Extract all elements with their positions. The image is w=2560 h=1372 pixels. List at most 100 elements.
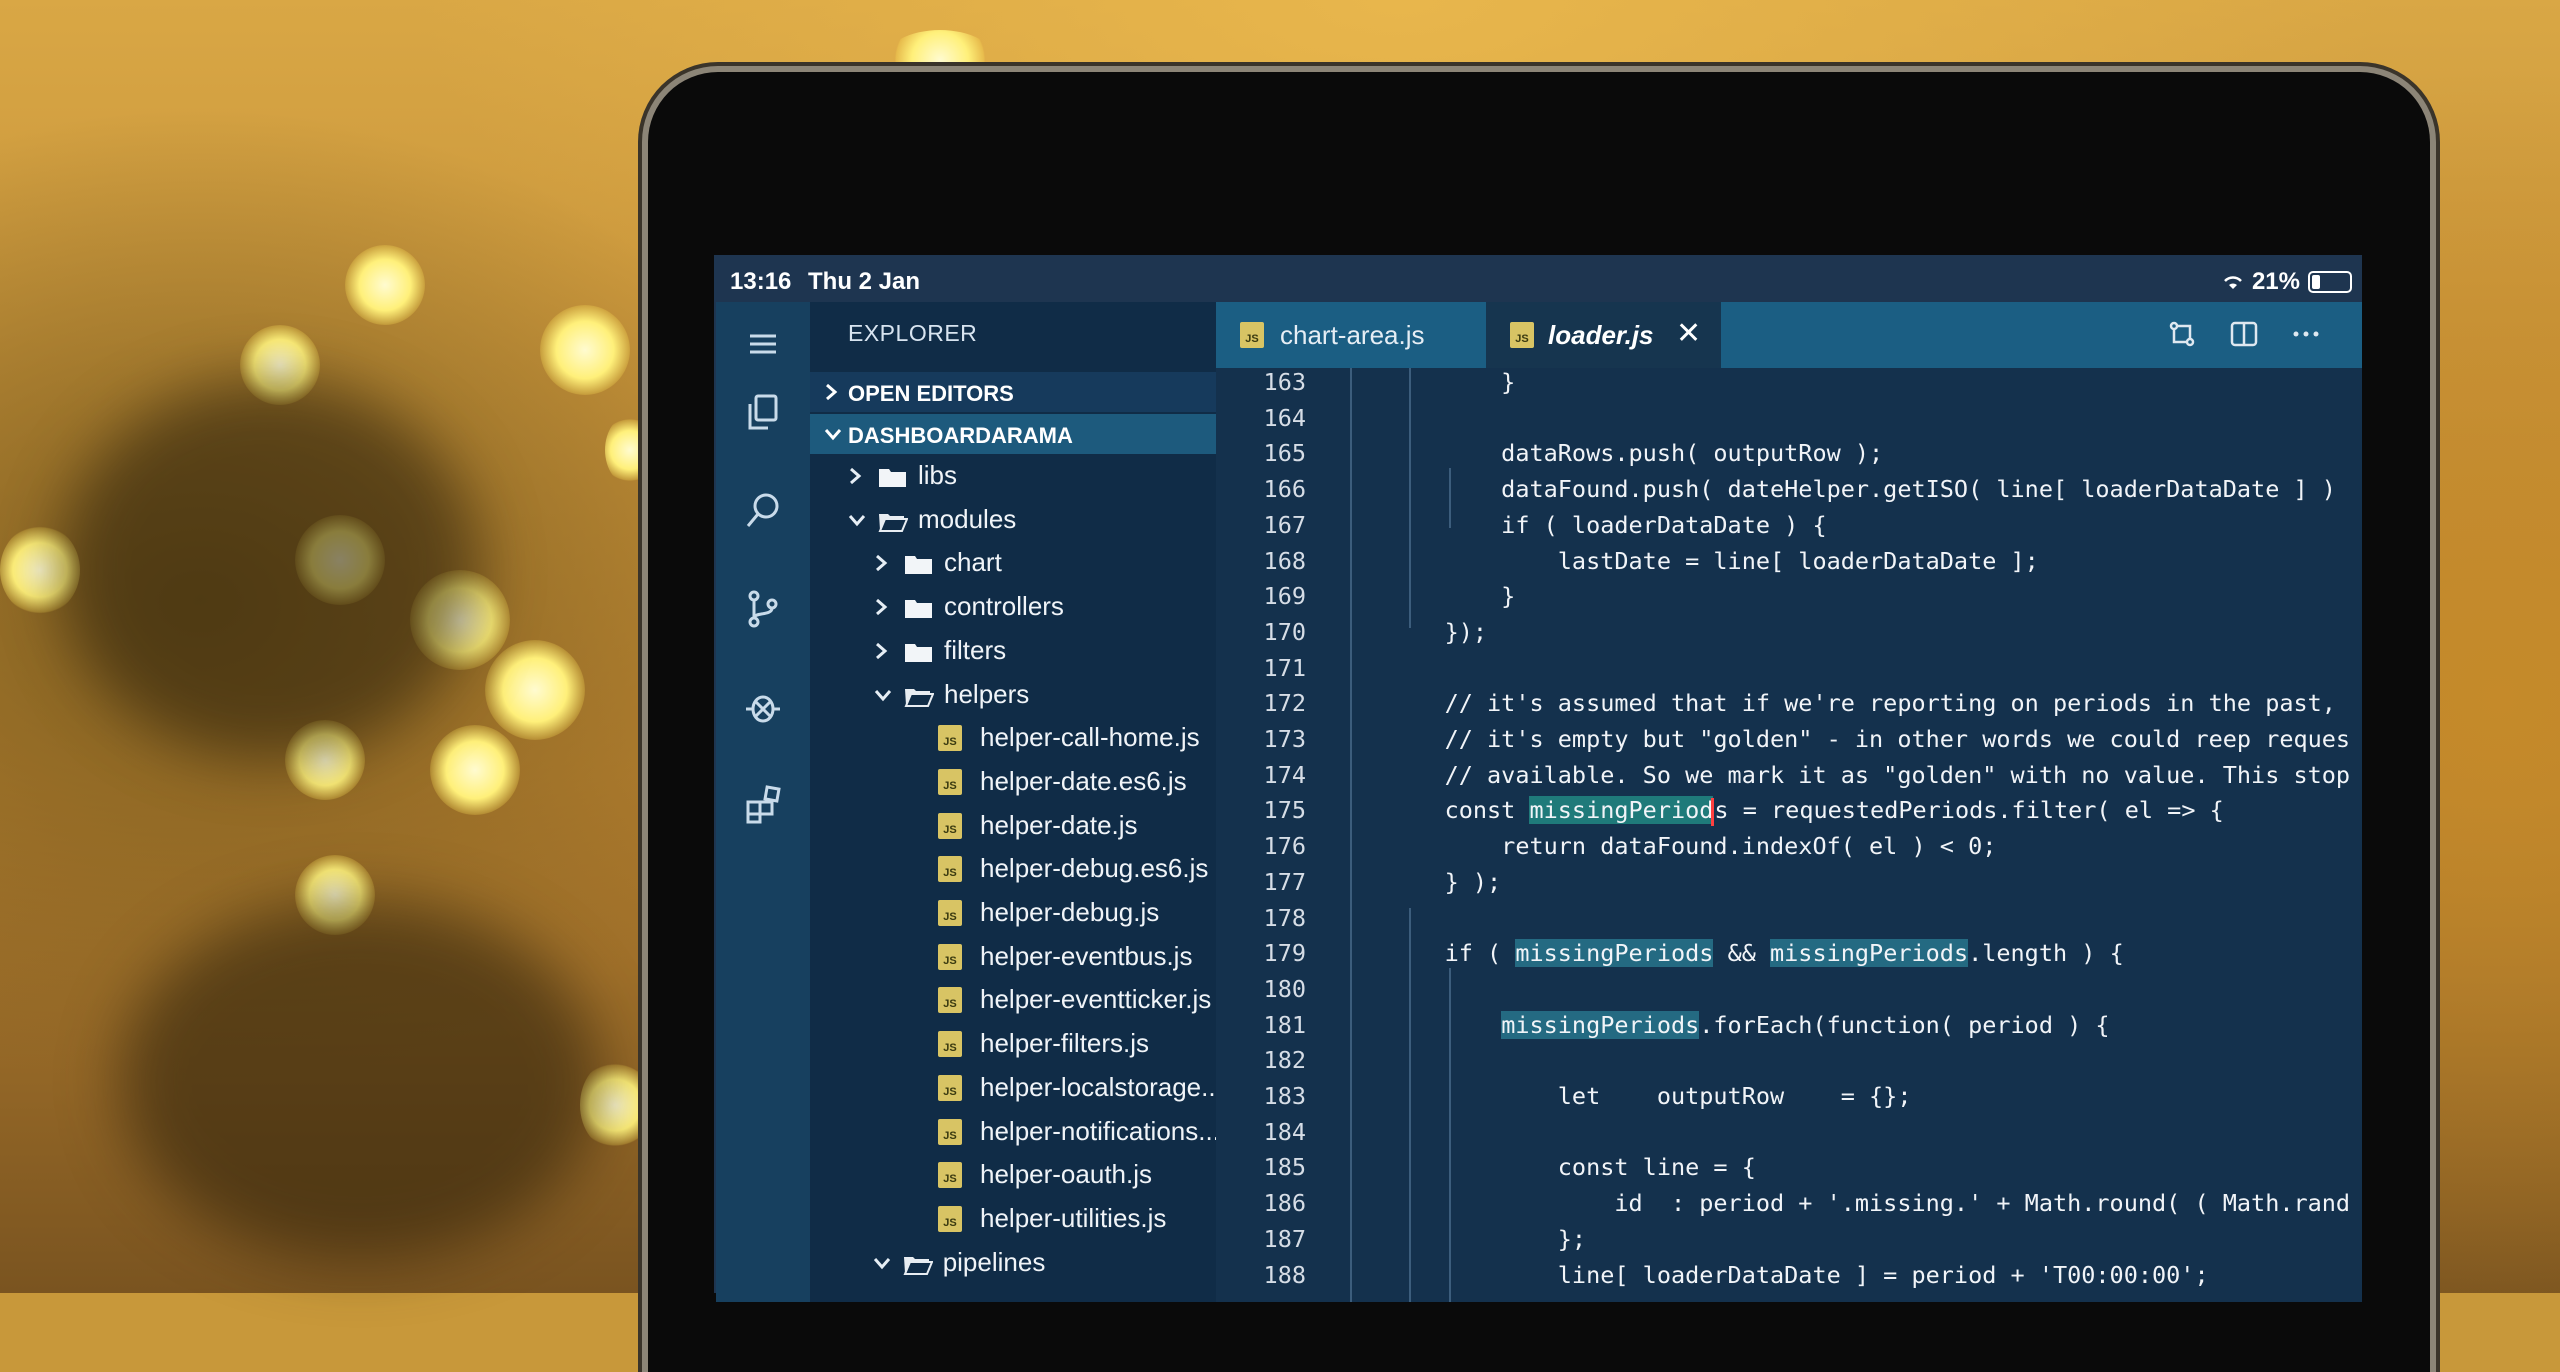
status-date: Thu 2 Jan (808, 268, 921, 295)
code-editor-app: EXPLORER OPEN EDITORS DASHBOARDARAMA lib… (716, 302, 2362, 1302)
code-text: const line = { (1388, 1153, 1756, 1182)
tab-label: loader.js (1548, 320, 1654, 350)
close-icon[interactable]: ✕ (1676, 316, 1701, 351)
folder-icon (904, 639, 934, 662)
debug-icon[interactable] (740, 684, 786, 730)
code-line: 185 const line = { (1216, 1153, 2362, 1189)
menu-icon[interactable] (740, 322, 786, 368)
shadow-blob (120, 900, 600, 1260)
js-file-icon: JS (938, 856, 962, 883)
tree-item-label: helper-oauth.js (980, 1159, 1152, 1190)
battery-icon (2308, 271, 2352, 293)
chevron-down-icon (871, 1251, 891, 1282)
highlighted-symbol: missingPeriod (1529, 796, 1714, 825)
code-text: }); (1388, 617, 1488, 646)
line-number: 176 (1263, 832, 1306, 861)
code-line: 172 // it's assumed that if we're report… (1216, 689, 2362, 725)
tree-item-label: pipelines (942, 1246, 1046, 1277)
tree-item-label: helper-debug.es6.js (980, 853, 1209, 884)
compare-changes-icon[interactable] (2166, 318, 2198, 357)
line-number: 183 (1263, 1082, 1306, 1110)
bokeh-light (485, 640, 585, 740)
code-text: dataRows.push( outputRow ); (1388, 439, 1884, 468)
code-line: 187 }; (1216, 1225, 2362, 1261)
line-number: 171 (1263, 653, 1306, 682)
code-text: } (1388, 582, 1516, 611)
activity-bar (716, 302, 810, 1302)
js-file-icon: JS (938, 943, 962, 970)
js-file-icon: JS (938, 987, 962, 1014)
editor-actions (2166, 318, 2362, 357)
chevron-down-icon (872, 683, 892, 714)
extensions-icon[interactable] (740, 782, 786, 828)
line-number: 179 (1263, 939, 1306, 968)
editor-tab-bar: JS chart-area.js JS loader.js ✕ (1216, 302, 2362, 368)
tree-item-label: helper-date.js (980, 809, 1138, 840)
folder-icon (878, 464, 908, 487)
code-line: 176 return dataFound.indexOf( el ) < 0; (1216, 832, 2362, 868)
chevron-right-icon (846, 464, 866, 495)
tree-item-label: helper-filters.js (980, 1028, 1150, 1059)
highlighted-symbol: missingPeriods (1501, 1010, 1700, 1039)
folder-open-icon (903, 1251, 934, 1275)
code-text: line[ loaderDataDate ] = period + 'T00:0… (1388, 1260, 2209, 1289)
code-line: 170 }); (1216, 618, 2362, 654)
code-line: 169 } (1216, 582, 2362, 618)
tree-item-label: helper-notifications... (980, 1115, 1220, 1146)
chevron-right-icon (822, 380, 840, 410)
tab-label: chart-area.js (1280, 320, 1425, 350)
tab-chart-area[interactable]: JS chart-area.js (1216, 302, 1486, 368)
code-line: 173 // it's empty but "golden" - in othe… (1216, 725, 2362, 761)
code-line: 163 } (1216, 368, 2362, 404)
code-text: let outputRow = {}; (1388, 1082, 1912, 1110)
line-number: 163 (1263, 368, 1306, 396)
line-number: 185 (1263, 1153, 1306, 1182)
chevron-right-icon (872, 595, 892, 626)
line-number: 173 (1263, 725, 1306, 753)
status-bar: 13:16 Thu 2 Jan 21% (714, 258, 2362, 308)
js-file-icon: JS (1510, 322, 1534, 348)
tree-item-label: helpers (944, 678, 1030, 709)
explorer-title: EXPLORER (848, 320, 978, 346)
folder-open-icon (904, 683, 935, 707)
line-number: 172 (1263, 689, 1306, 718)
open-editors-label: OPEN EDITORS (848, 381, 1014, 406)
folder-open-icon (878, 508, 909, 532)
js-file-icon: JS (938, 900, 962, 926)
line-number: 175 (1263, 796, 1306, 825)
chevron-down-icon (846, 508, 866, 539)
shadow-blob (60, 380, 480, 760)
line-number: 167 (1263, 510, 1306, 539)
highlighted-symbol: missingPeriods (1770, 939, 1969, 968)
project-root-section[interactable]: DASHBOARDARAMA (810, 414, 1216, 454)
code-line: 174 // available. So we mark it as "gold… (1216, 761, 2362, 797)
code-text: return dataFound.indexOf( el ) < 0; (1388, 832, 1997, 861)
search-icon[interactable] (740, 488, 786, 534)
wifi-icon (2222, 274, 2244, 290)
code-text: missingPeriods.forEach(function( period … (1501, 1010, 2110, 1039)
status-time: 13:16 (730, 268, 792, 295)
code-text: } (1388, 368, 1516, 396)
chevron-right-icon (872, 639, 892, 670)
files-icon[interactable] (740, 390, 786, 436)
folder-icon (904, 595, 934, 619)
project-name: DASHBOARDARAMA (848, 423, 1073, 448)
tab-loader[interactable]: JS loader.js ✕ (1486, 302, 1721, 368)
highlighted-symbol: missingPeriods (1515, 939, 1714, 968)
tree-item-label: libs (918, 460, 958, 490)
open-editors-section[interactable]: OPEN EDITORS (810, 372, 1216, 412)
line-number: 182 (1263, 1046, 1306, 1075)
line-number: 170 (1263, 617, 1306, 646)
code-text: if ( missingPeriods && missingPeriods.le… (1388, 939, 2124, 968)
source-control-icon[interactable] (740, 586, 786, 632)
tree-item-label: helper-localstorage... (980, 1071, 1223, 1102)
code-area[interactable]: 163 } 164 165 dataRows.push( outputRow ); 1… (1216, 368, 2362, 1302)
split-editor-icon[interactable] (2228, 318, 2260, 357)
line-number: 178 (1263, 903, 1306, 932)
line-number: 180 (1263, 974, 1306, 1003)
line-number: 188 (1263, 1260, 1306, 1289)
code-text: dataFound.push( dateHelper.getISO( line[… (1388, 475, 2336, 504)
line-number: 186 (1263, 1189, 1306, 1218)
more-actions-icon[interactable] (2290, 318, 2322, 357)
chevron-right-icon (872, 551, 892, 582)
